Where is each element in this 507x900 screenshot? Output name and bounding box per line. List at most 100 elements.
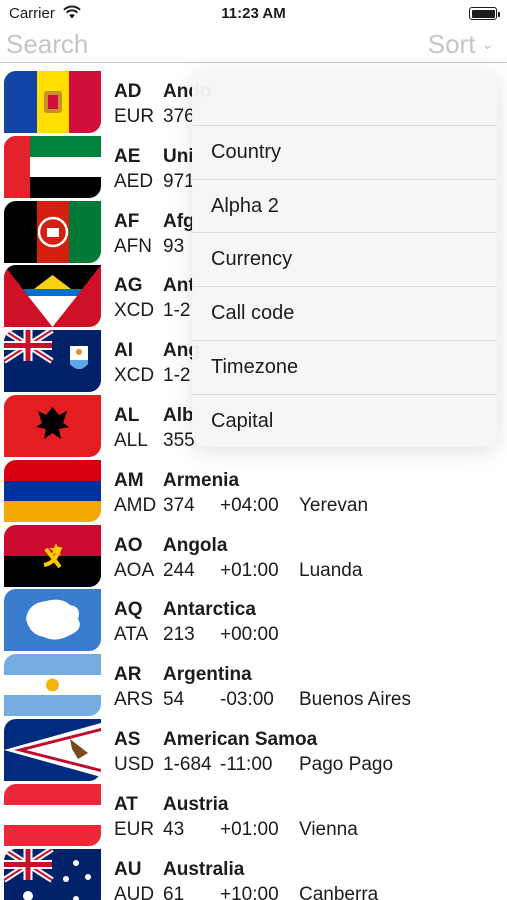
country-name: Angola bbox=[163, 534, 228, 556]
country-name: American Samoa bbox=[163, 728, 318, 750]
search-input[interactable]: Search bbox=[6, 29, 88, 60]
sort-option-label: Alpha 2 bbox=[211, 194, 279, 217]
argentina-flag-icon bbox=[4, 654, 101, 717]
call-code: 355 bbox=[163, 429, 195, 451]
currency: AMD bbox=[114, 494, 157, 516]
capital: Buenos Aires bbox=[299, 689, 411, 711]
country-code: AU bbox=[114, 858, 142, 880]
country-row[interactable]: AU Australia AUD 61 +10:00 Canberra bbox=[0, 848, 507, 900]
currency: EUR bbox=[114, 818, 155, 840]
sort-option-label: Country bbox=[211, 141, 282, 163]
austria-flag-icon bbox=[4, 783, 101, 846]
battery-icon bbox=[469, 7, 500, 20]
currency: AED bbox=[114, 170, 154, 192]
country-name: Uni bbox=[163, 145, 194, 167]
capital: Pago Pago bbox=[299, 753, 394, 775]
country-row[interactable]: AT Austria EUR 43 +01:00 Vienna bbox=[0, 783, 507, 848]
country-code: AF bbox=[114, 210, 140, 232]
country-code: AG bbox=[114, 275, 143, 297]
afghanistan-flag-icon bbox=[4, 200, 101, 263]
andorra-flag-icon bbox=[4, 71, 101, 133]
call-code: 971 bbox=[163, 170, 195, 192]
country-code: AM bbox=[114, 469, 144, 491]
currency: ARS bbox=[114, 689, 154, 711]
country-row[interactable]: AR Argentina ARS 54 -03:00 Buenos Aires bbox=[0, 653, 507, 718]
country-name: Australia bbox=[163, 858, 245, 880]
call-code: 376 bbox=[163, 106, 195, 127]
country-code: AS bbox=[114, 728, 141, 750]
currency: AUD bbox=[114, 883, 155, 900]
american-samoa-flag-icon bbox=[4, 718, 101, 781]
country-name: Austria bbox=[163, 793, 229, 815]
call-code: 61 bbox=[163, 883, 185, 900]
antigua-flag-icon bbox=[4, 265, 101, 328]
sort-option-label: Currency bbox=[211, 248, 293, 271]
country-code: AO bbox=[114, 534, 143, 556]
sort-option-call-code[interactable]: Call code bbox=[192, 286, 497, 340]
capital: Canberra bbox=[299, 883, 379, 900]
currency: AOA bbox=[114, 559, 155, 581]
currency: XCD bbox=[114, 365, 155, 387]
currency: AFN bbox=[114, 235, 152, 257]
country-row[interactable]: AO Angola AOA 244 +01:00 Luanda bbox=[0, 524, 507, 589]
country-code: AL bbox=[114, 404, 140, 426]
chevron-down-icon: ⌄ bbox=[481, 36, 494, 53]
country-row[interactable]: AM Armenia AMD 374 +04:00 Yerevan bbox=[0, 459, 507, 524]
country-name: Afg bbox=[163, 210, 195, 232]
country-name: Antarctica bbox=[163, 599, 256, 621]
capital: Luanda bbox=[299, 559, 363, 581]
sort-option-alpha2[interactable]: Alpha 2 bbox=[192, 178, 497, 233]
timezone: +00:00 bbox=[220, 624, 279, 646]
country-code: AQ bbox=[114, 599, 143, 621]
country-code: AT bbox=[114, 793, 138, 815]
country-name: Argentina bbox=[163, 664, 252, 686]
sort-button[interactable]: Sort ⌄ bbox=[428, 29, 494, 60]
angola-flag-icon bbox=[4, 524, 101, 587]
sort-menu: Country Alpha 2 Currency Call code Timez… bbox=[192, 71, 497, 447]
sort-option-label: Timezone bbox=[211, 355, 299, 378]
country-row[interactable]: AQ Antarctica ATA 213 +00:00 bbox=[0, 588, 507, 653]
call-code: 213 bbox=[163, 624, 195, 646]
status-bar: Carrier 11:23 AM bbox=[0, 0, 507, 28]
country-name: Alb bbox=[163, 404, 194, 426]
sort-option-label: Capital bbox=[211, 409, 274, 432]
call-code: 1-2 bbox=[163, 300, 191, 322]
call-code: 1-684 bbox=[163, 753, 212, 775]
timezone: +04:00 bbox=[220, 494, 279, 516]
status-time: 11:23 AM bbox=[221, 5, 286, 22]
call-code: 54 bbox=[163, 689, 185, 711]
country-code: AI bbox=[114, 340, 133, 362]
currency: ATA bbox=[114, 624, 149, 646]
country-name: Ant bbox=[163, 275, 195, 297]
call-code: 244 bbox=[163, 559, 195, 581]
sort-option-capital[interactable]: Capital bbox=[192, 393, 497, 448]
currency: XCD bbox=[114, 300, 155, 322]
sort-option-label: Call code bbox=[211, 302, 295, 325]
country-code: AE bbox=[114, 145, 141, 167]
anguilla-flag-icon bbox=[4, 330, 101, 393]
currency: EUR bbox=[114, 106, 155, 127]
search-bar: Search Sort ⌄ bbox=[0, 28, 507, 63]
call-code: 93 bbox=[163, 235, 185, 257]
sort-option-timezone[interactable]: Timezone bbox=[192, 339, 497, 394]
call-code: 1-2 bbox=[163, 365, 191, 387]
timezone: +01:00 bbox=[220, 559, 279, 581]
currency: ALL bbox=[114, 429, 148, 451]
antarctica-flag-icon bbox=[4, 589, 101, 652]
timezone: +10:00 bbox=[220, 883, 279, 900]
timezone: -11:00 bbox=[220, 753, 273, 775]
timezone: +01:00 bbox=[220, 818, 279, 840]
australia-flag-icon bbox=[4, 848, 101, 900]
call-code: 43 bbox=[163, 818, 185, 840]
uae-flag-icon bbox=[4, 135, 101, 198]
sort-option-currency[interactable]: Currency bbox=[192, 232, 497, 286]
currency: USD bbox=[114, 753, 155, 775]
call-code: 374 bbox=[163, 494, 195, 516]
country-row[interactable]: AS American Samoa USD 1-684 -11:00 Pago … bbox=[0, 718, 507, 783]
albania-flag-icon bbox=[4, 394, 101, 457]
timezone: -03:00 bbox=[220, 689, 274, 711]
country-name: Armenia bbox=[163, 469, 240, 491]
sort-option-country[interactable]: Country bbox=[192, 125, 497, 179]
sort-label: Sort bbox=[427, 29, 476, 59]
capital: Yerevan bbox=[299, 494, 369, 516]
